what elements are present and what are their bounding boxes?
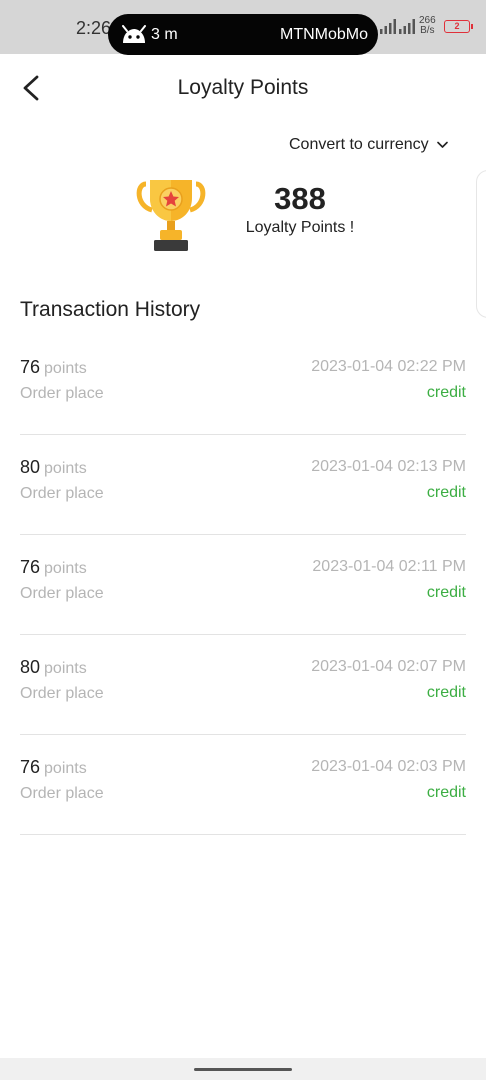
notification-pill[interactable]: 3 m MTNMobMo [108, 14, 378, 55]
status-time: 2:26 [76, 18, 112, 38]
carrier-name: MTNMobMo [279, 26, 368, 43]
transaction-date: 2023-01-04 02:13 PM [311, 458, 466, 475]
points-value: 76 [20, 757, 41, 777]
transaction-description: Order place [20, 685, 104, 702]
transaction-date: 2023-01-04 02:03 PM [311, 758, 466, 775]
transaction-type: credit [426, 484, 466, 501]
points-unit: points [44, 360, 87, 377]
battery-level: 2 [454, 21, 460, 31]
side-card-edge [476, 170, 486, 318]
transaction-list: 76 points Order place 2023-01-04 02:22 PM… [20, 335, 466, 835]
transaction-history-title: Transaction History [20, 298, 201, 321]
points-value: 76 [20, 357, 41, 377]
total-points: 388 [274, 181, 326, 216]
transaction-points: 80 points [20, 457, 87, 478]
chevron-down-icon [436, 141, 448, 148]
network-speed: 266 B/s [419, 16, 436, 36]
home-gesture-handle[interactable] [194, 1068, 292, 1071]
transaction-type: credit [426, 584, 466, 601]
navigation-bar [0, 1058, 486, 1080]
transaction-row: 76 points Order place 2023-01-04 02:03 PM… [20, 735, 466, 835]
transaction-type: credit [426, 684, 466, 701]
points-unit: points [44, 760, 87, 777]
points-caption: Loyalty Points ! [245, 219, 355, 236]
signal-icon [380, 19, 396, 34]
transaction-points: 80 points [20, 657, 87, 678]
points-unit: points [44, 460, 87, 477]
transaction-date: 2023-01-04 02:07 PM [311, 658, 466, 675]
convert-to-currency-button[interactable]: Convert to currency [289, 136, 448, 154]
transaction-date: 2023-01-04 02:22 PM [311, 358, 466, 375]
notification-duration: 3 m [151, 26, 178, 43]
transaction-row: 76 points Order place 2023-01-04 02:11 PM… [20, 535, 466, 635]
points-value: 80 [20, 657, 41, 677]
transaction-description: Order place [20, 485, 104, 502]
transaction-type: credit [426, 384, 466, 401]
transaction-type: credit [426, 784, 466, 801]
network-speed-unit: B/s [420, 25, 435, 36]
transaction-points: 76 points [20, 357, 87, 378]
transaction-description: Order place [20, 785, 104, 802]
transaction-points: 76 points [20, 557, 87, 578]
status-bar: 2:26 3 m MTNMobMo 266 B/s 2 [0, 0, 486, 55]
transaction-row: 80 points Order place 2023-01-04 02:13 PM… [20, 435, 466, 535]
transaction-description: Order place [20, 385, 104, 402]
points-unit: points [44, 560, 87, 577]
signal-icon-sim2 [399, 19, 415, 34]
points-unit: points [44, 660, 87, 677]
transaction-points: 76 points [20, 757, 87, 778]
transaction-row: 76 points Order place 2023-01-04 02:22 PM… [20, 335, 466, 435]
page-title: Loyalty Points [177, 76, 309, 99]
points-value: 80 [20, 457, 41, 477]
battery-icon: 2 [444, 20, 473, 33]
android-icon [122, 25, 146, 43]
convert-label: Convert to currency [289, 136, 429, 153]
points-value: 76 [20, 557, 41, 577]
transaction-description: Order place [20, 585, 104, 602]
transaction-date: 2023-01-04 02:11 PM [312, 558, 466, 575]
trophy-icon [136, 180, 206, 251]
transaction-row: 80 points Order place 2023-01-04 02:07 PM… [20, 635, 466, 735]
